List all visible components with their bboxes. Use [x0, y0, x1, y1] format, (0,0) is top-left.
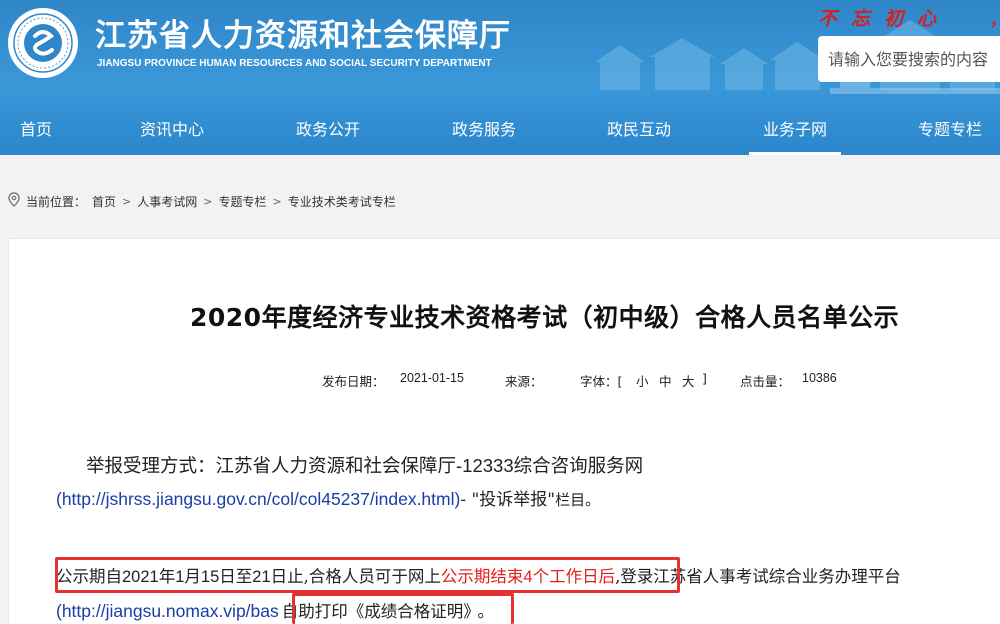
publicity-start-day: 15 — [200, 568, 220, 586]
publicity-year: 2021 — [122, 568, 159, 586]
platform-link[interactable]: http://jiangsu.nomax.vip/bas — [62, 601, 279, 621]
publicity-text-c: 月 — [184, 567, 201, 586]
breadcrumb-prefix: 当前位置： — [26, 194, 87, 209]
publicity-red-number: 4 — [523, 568, 533, 586]
slogan-punctuation: ， — [990, 6, 1000, 30]
report-method-paragraph: 举报受理方式：江苏省人力资源和社会保障厅-12333综合咨询服务网 — [86, 452, 643, 478]
hotline-number: -12333 — [456, 455, 514, 476]
breadcrumb-item-professional-exams[interactable]: 专业技术类考试专栏 — [288, 193, 396, 210]
clicks-count: 10386 — [802, 371, 837, 385]
article-title: 2020年度经济专业技术资格考试（初中级）合格人员名单公示 — [190, 303, 900, 332]
publicity-red-text-a: 公示期结束 — [440, 567, 524, 586]
publicity-text-d: 日至 — [219, 567, 253, 586]
search-box — [818, 36, 1000, 82]
nav-item-interaction[interactable]: 政民互动 — [607, 106, 671, 155]
breadcrumb-separator: > — [203, 194, 213, 208]
publish-date-label: 发布日期： — [322, 374, 385, 389]
site-header: 江苏省人力资源和社会保障厅 JIANGSU PROVINCE HUMAN RES… — [0, 0, 1000, 155]
nav-item-news[interactable]: 资讯中心 — [140, 106, 204, 155]
print-certificate-period: 。 — [477, 602, 495, 621]
nav-item-services[interactable]: 政务服务 — [452, 106, 516, 155]
print-certificate-text: 自助打印《成绩合格证明》 — [281, 602, 472, 621]
breadcrumb-separator: > — [272, 194, 282, 208]
font-size-close: ] — [702, 371, 707, 386]
breadcrumb: 当前位置： 首页 > 人事考试网 > 专题专栏 > 专业技术类考试专栏 — [8, 192, 396, 210]
breadcrumb-item-home[interactable]: 首页 — [92, 193, 116, 210]
report-link-paragraph: (http://jshrss.jiangsu.gov.cn/col/col452… — [56, 485, 600, 510]
complaint-link[interactable]: http://jshrss.jiangsu.gov.cn/col/col4523… — [62, 489, 455, 509]
search-input[interactable] — [818, 36, 1000, 82]
breadcrumb-separator: > — [122, 194, 132, 208]
publicity-text-b: 年 — [158, 567, 176, 586]
nav-item-affairs[interactable]: 政务公开 — [296, 106, 360, 155]
publicity-period-paragraph: 公示期自2021年1月15日至21日止,合格人员可于网上公示期结束4个工作日后,… — [56, 563, 901, 587]
font-size-large[interactable]: 大 — [682, 371, 695, 390]
site-name-english: JIANGSU PROVINCE HUMAN RESOURCES AND SOC… — [97, 58, 492, 69]
complaint-column-text: - "投诉举报" — [460, 490, 556, 510]
print-certificate-paragraph: (http://jiangsu.nomax.vip/bas 自助打印《成绩合格证明… — [56, 598, 494, 622]
main-nav: 首页 资讯中心 政务公开 政务服务 政民互动 业务子网 专题专栏 — [0, 106, 1000, 155]
font-size-small[interactable]: 小 — [636, 371, 649, 390]
publicity-text-f: ,登录江苏省人事考试综合业务办理平台 — [615, 567, 901, 586]
site-name: 江苏省人力资源和社会保障厅 — [95, 18, 511, 54]
report-method-text: 举报受理方式：江苏省人力资源和社会保障厅 — [86, 456, 457, 477]
nav-item-home[interactable]: 首页 — [20, 106, 52, 155]
hrss-logo-icon[interactable] — [8, 8, 78, 78]
publicity-text-a: 公示期自 — [56, 567, 122, 586]
clicks-label: 点击量： — [740, 374, 791, 389]
publish-date: 2021-01-15 — [400, 371, 464, 385]
slogan-text: 不忘初心 — [818, 8, 951, 30]
publicity-text-e: 日止,合格人员可于网上 — [270, 567, 441, 586]
breadcrumb-item-exam-site[interactable]: 人事考试网 — [137, 193, 197, 210]
font-size-medium[interactable]: 中 — [659, 371, 672, 390]
source-label: 来源： — [505, 374, 543, 389]
publicity-red-text-b: 个工作日后 — [532, 567, 616, 586]
nav-item-topics[interactable]: 专题专栏 — [918, 106, 982, 155]
column-suffix: 栏目。 — [555, 491, 601, 509]
breadcrumb-item-topics[interactable]: 专题专栏 — [218, 193, 266, 210]
nav-item-subsites[interactable]: 业务子网 — [748, 106, 842, 155]
font-size-label: 字体：[ — [580, 374, 623, 389]
consult-service-text: 综合咨询服务网 — [513, 456, 644, 477]
location-pin-icon — [8, 192, 20, 210]
publicity-end-day: 21 — [252, 568, 271, 586]
